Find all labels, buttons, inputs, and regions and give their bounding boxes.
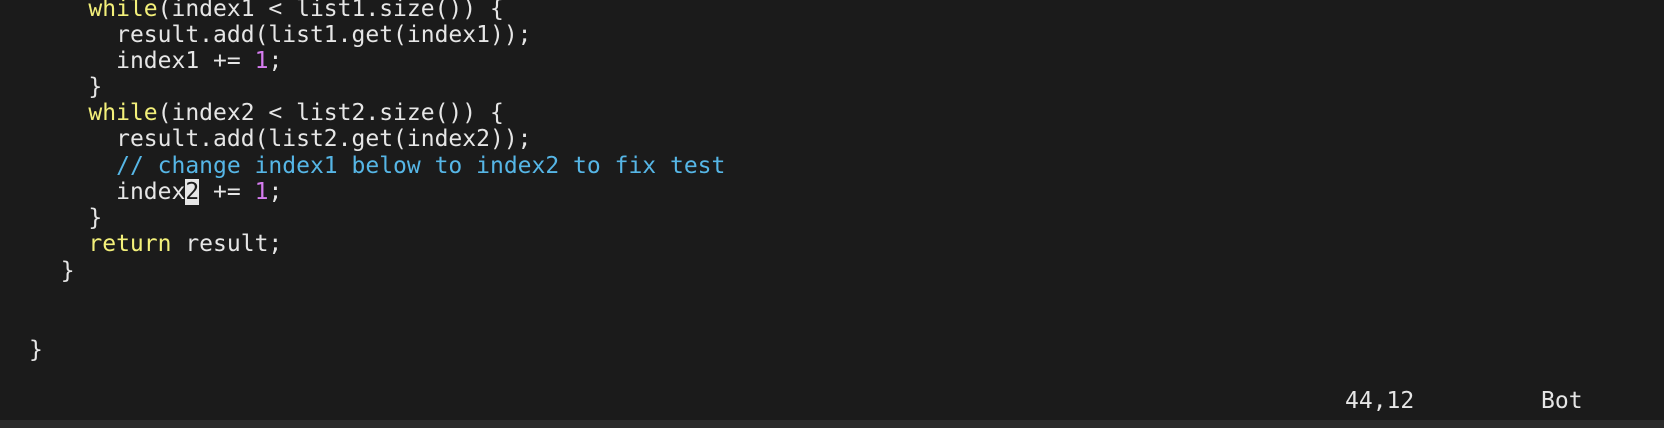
code-line: return result;: [33, 231, 282, 258]
code-line: result.add(list1.get(index1));: [33, 22, 532, 49]
code-line: }: [33, 74, 102, 101]
code-text: (index2 < list2.size()) {: [157, 100, 504, 126]
code-line: result.add(list2.get(index2));: [33, 126, 532, 153]
code-line: // change index1 below to index2 to fix …: [33, 153, 725, 180]
code-line: while(index2 < list2.size()) {: [33, 100, 504, 127]
code-text: }: [29, 337, 43, 363]
code-text: ;: [268, 179, 283, 205]
code-line: }: [33, 205, 102, 232]
cursor-position: 44,12: [1345, 388, 1415, 414]
code-line: }: [33, 258, 75, 285]
keyword-while: while: [88, 0, 158, 22]
text-cursor[interactable]: 2: [185, 179, 200, 205]
code-text: +=: [199, 179, 255, 205]
code-text: }: [88, 74, 103, 100]
code-text: result.add(list2.get(index2));: [116, 126, 532, 152]
keyword-return: return: [88, 231, 172, 257]
number-literal: 1: [254, 48, 269, 74]
code-text: ;: [268, 48, 283, 74]
code-comment: // change index1 below to index2 to fix …: [116, 153, 726, 179]
window-bottom-edge: [0, 420, 1664, 428]
keyword-while: while: [88, 100, 158, 126]
code-text: result.add(list1.get(index1));: [116, 22, 532, 48]
code-text: (index1 < list1.size()) {: [157, 0, 504, 22]
code-line: while(index1 < list1.size()) {: [33, 0, 504, 23]
number-literal: 1: [254, 179, 269, 205]
vim-editor[interactable]: while(index1 < list1.size()) { result.ad…: [0, 0, 1664, 414]
code-line-current: index2 += 1;: [33, 179, 282, 206]
code-line: }: [29, 337, 43, 364]
code-text: index: [116, 179, 186, 205]
code-text: }: [88, 205, 103, 231]
code-text: result;: [171, 231, 283, 257]
code-text: index1 +=: [116, 48, 255, 74]
code-line: index1 += 1;: [33, 48, 282, 75]
code-text: }: [60, 258, 75, 284]
scroll-indicator: Bot: [1541, 388, 1583, 414]
